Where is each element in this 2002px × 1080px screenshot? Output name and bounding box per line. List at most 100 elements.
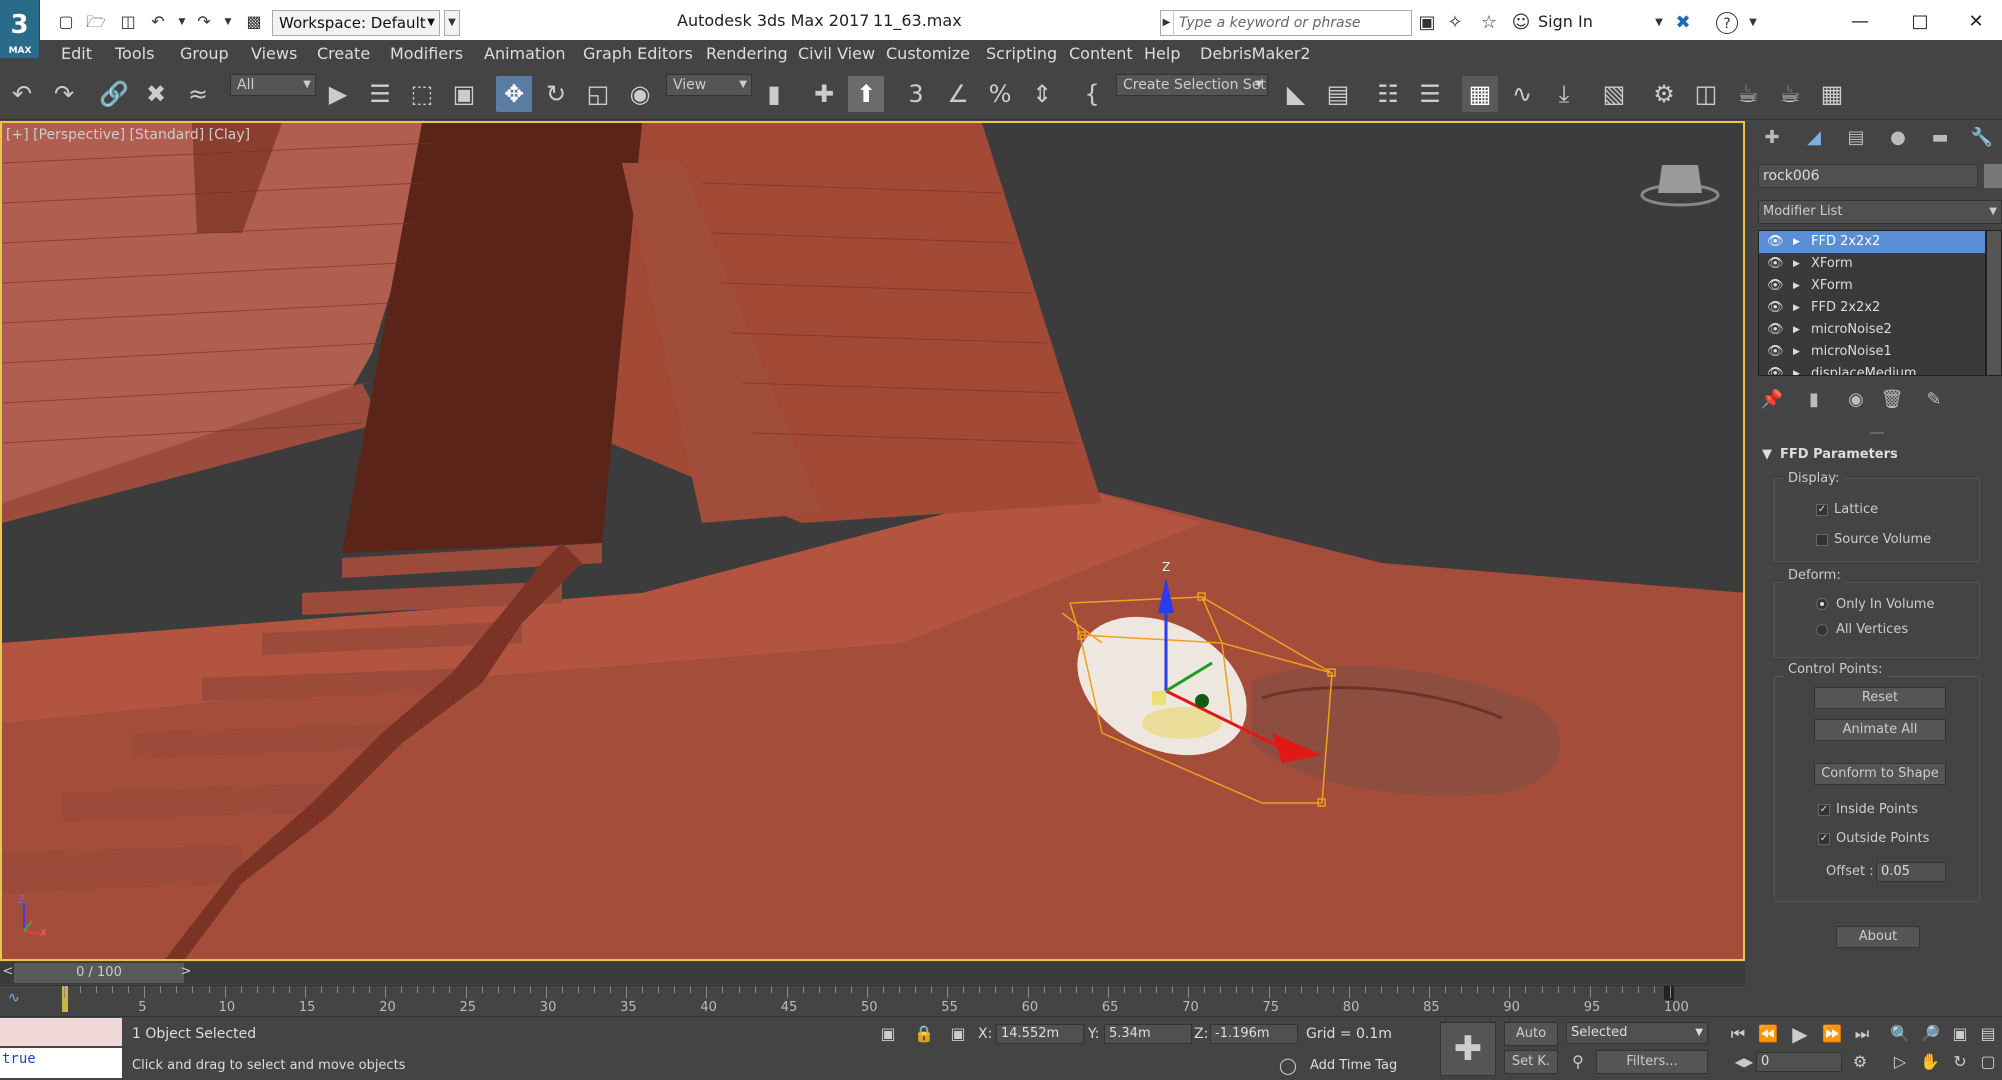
auto-key-button[interactable]: Auto <box>1504 1022 1558 1046</box>
motion-tab-icon[interactable]: ● <box>1886 126 1910 150</box>
maxscript-mini-listener[interactable] <box>0 1018 122 1046</box>
display-tab-icon[interactable]: ▬ <box>1928 126 1952 150</box>
remove-modifier-icon[interactable]: 🗑 <box>1880 388 1904 412</box>
menu-create[interactable]: Create <box>317 44 370 63</box>
expand-icon[interactable]: ▶ <box>1793 231 1800 253</box>
pin-stack-icon[interactable]: 📌 <box>1760 388 1784 412</box>
modifier-stack[interactable]: 👁 ▶ FFD 2x2x2 👁 ▶ XForm 👁 ▶ XForm 👁 ▶ FFD 2x2x2 … <box>1758 230 1986 376</box>
expand-icon[interactable]: ▶ <box>1793 253 1800 275</box>
sign-in-dropdown-icon[interactable]: ▼ <box>1648 12 1670 34</box>
outside-points-checkbox[interactable]: ✓ <box>1818 833 1830 845</box>
user-icon[interactable]: ☺ <box>1510 12 1532 34</box>
undo-quick-icon[interactable]: ↶ <box>148 12 168 32</box>
zoom-extents-all-icon[interactable]: ▤ <box>1976 1022 2000 1046</box>
show-end-result-icon[interactable]: ▮ <box>1802 388 1826 412</box>
go-to-end-icon[interactable]: ⏭ <box>1850 1022 1874 1046</box>
menu-debrismaker2[interactable]: DebrisMaker2 <box>1200 44 1311 63</box>
project-folder-icon[interactable]: ▩ <box>244 12 264 32</box>
reset-button[interactable]: Reset <box>1814 687 1946 709</box>
select-by-name-icon[interactable]: ☰ <box>362 76 398 112</box>
subscription-icon[interactable]: ✧ <box>1444 12 1466 34</box>
orbit-icon[interactable]: ↻ <box>1948 1050 1972 1074</box>
expand-icon[interactable]: ▶ <box>1793 275 1800 297</box>
menu-help[interactable]: Help <box>1144 44 1180 63</box>
help-icon[interactable]: ? <box>1716 12 1738 34</box>
perspective-viewport[interactable]: Z Z x [+] [Perspective] [Standard] [Clay… <box>0 121 1745 961</box>
expand-icon[interactable]: ▶ <box>1793 297 1800 319</box>
stack-item[interactable]: 👁 ▶ XForm <box>1759 253 1985 275</box>
schematic-view-icon[interactable]: ⤓ <box>1546 76 1582 112</box>
offset-spinner[interactable]: 0.05 <box>1876 862 1946 882</box>
maximize-viewport-icon[interactable]: ▢ <box>1976 1050 2000 1074</box>
maxscript-output[interactable]: true <box>0 1048 122 1078</box>
mirror-icon[interactable]: ◣ <box>1278 76 1314 112</box>
select-and-move-icon[interactable]: ✥ <box>496 76 532 112</box>
menu-modifiers[interactable]: Modifiers <box>390 44 463 63</box>
spinner-snap-icon[interactable]: ⇕ <box>1024 76 1060 112</box>
hierarchy-tab-icon[interactable]: ▤ <box>1844 126 1868 150</box>
set-key-button[interactable]: Set K. <box>1504 1050 1558 1074</box>
render-production-icon[interactable]: ☕ <box>1730 76 1766 112</box>
about-button[interactable]: About <box>1836 926 1920 948</box>
a360-cloud-render-icon[interactable]: ▦ <box>1814 76 1850 112</box>
stack-item[interactable]: 👁 ▶ FFD 2x2x2 <box>1759 297 1985 319</box>
rectangular-selection-icon[interactable]: ⬚ <box>404 76 440 112</box>
time-configuration-icon[interactable]: ⚙ <box>1848 1050 1872 1074</box>
only-in-volume-radio[interactable] <box>1816 598 1828 610</box>
rollout-toggle-icon[interactable]: ▼ <box>1762 447 1772 462</box>
eye-icon[interactable]: 👁 <box>1767 253 1784 275</box>
y-coordinate-field[interactable]: 5.34m <box>1104 1024 1192 1044</box>
menu-rendering[interactable]: Rendering <box>706 44 788 63</box>
viewport-label[interactable]: [+] [Perspective] [Standard] [Clay] <box>6 127 250 143</box>
rollout-title[interactable]: FFD Parameters <box>1780 447 1898 462</box>
source-volume-checkbox[interactable] <box>1816 534 1828 546</box>
curve-editor-mini-icon[interactable]: ∿ <box>8 990 20 1006</box>
reference-coordinate-dropdown[interactable]: View ▼ <box>666 74 752 96</box>
menu-scripting[interactable]: Scripting <box>986 44 1057 63</box>
keyboard-shortcut-override-icon[interactable]: ⬆ <box>848 76 884 112</box>
time-slider-thumb[interactable]: 0 / 100 <box>14 963 184 983</box>
add-time-tag[interactable]: Add Time Tag <box>1310 1058 1397 1073</box>
search-expand-icon[interactable]: ▶ <box>1160 10 1174 36</box>
snaps-toggle-icon[interactable]: 3 <box>898 76 934 112</box>
unlink-icon[interactable]: ✖ <box>138 76 174 112</box>
object-name-field[interactable]: rock006 <box>1758 164 1978 188</box>
help-dropdown-icon[interactable]: ▼ <box>1742 12 1764 34</box>
select-and-rotate-icon[interactable]: ↻ <box>538 76 574 112</box>
absolute-mode-icon[interactable]: ▣ <box>946 1022 970 1046</box>
sign-in-link[interactable]: Sign In <box>1538 12 1593 31</box>
eye-icon[interactable]: 👁 <box>1767 363 1784 375</box>
scene-explorer-icon[interactable]: ☷ <box>1370 76 1406 112</box>
select-and-place-icon[interactable]: ◉ <box>622 76 658 112</box>
save-file-icon[interactable]: ◫ <box>118 12 138 32</box>
stack-item[interactable]: 👁 ▶ microNoise2 <box>1759 319 1985 341</box>
bind-space-warp-icon[interactable]: ≈ <box>180 76 216 112</box>
menu-civil-view[interactable]: Civil View <box>798 44 875 63</box>
selection-lock-icon[interactable]: 🔒 <box>912 1022 936 1046</box>
edit-named-selection-icon[interactable]: { <box>1074 76 1110 112</box>
make-unique-icon[interactable]: ◉ <box>1844 388 1868 412</box>
binoculars-icon[interactable]: ▣ <box>1416 12 1438 34</box>
previous-frame-icon[interactable]: ⏪ <box>1756 1022 1780 1046</box>
select-object-icon[interactable]: ▶ <box>320 76 356 112</box>
undo-dropdown-icon[interactable]: ▼ <box>172 12 192 32</box>
menu-tools[interactable]: Tools <box>115 44 154 63</box>
undo-icon[interactable]: ↶ <box>4 76 40 112</box>
stack-item[interactable]: 👁 ▶ FFD 2x2x2 <box>1759 231 1985 253</box>
open-file-icon[interactable]: 🗁 <box>86 12 106 32</box>
modify-tab-icon[interactable]: ◢ <box>1802 126 1826 150</box>
select-and-scale-icon[interactable]: ◱ <box>580 76 616 112</box>
menu-animation[interactable]: Animation <box>484 44 566 63</box>
menu-group[interactable]: Group <box>180 44 229 63</box>
render-setup-icon[interactable]: ⚙ <box>1646 76 1682 112</box>
filters-button[interactable]: Filters... <box>1596 1050 1708 1074</box>
menu-customize[interactable]: Customize <box>886 44 970 63</box>
redo-quick-icon[interactable]: ↷ <box>194 12 214 32</box>
curve-editor-icon[interactable]: ∿ <box>1504 76 1540 112</box>
link-icon[interactable]: 🔗 <box>96 76 132 112</box>
next-frame-icon[interactable]: ⏩ <box>1820 1022 1844 1046</box>
key-mode-icon[interactable]: ⚲ <box>1566 1050 1590 1074</box>
zoom-icon[interactable]: 🔍 <box>1888 1022 1912 1046</box>
stack-item[interactable]: 👁 ▶ microNoise1 <box>1759 341 1985 363</box>
align-icon[interactable]: ▤ <box>1320 76 1356 112</box>
